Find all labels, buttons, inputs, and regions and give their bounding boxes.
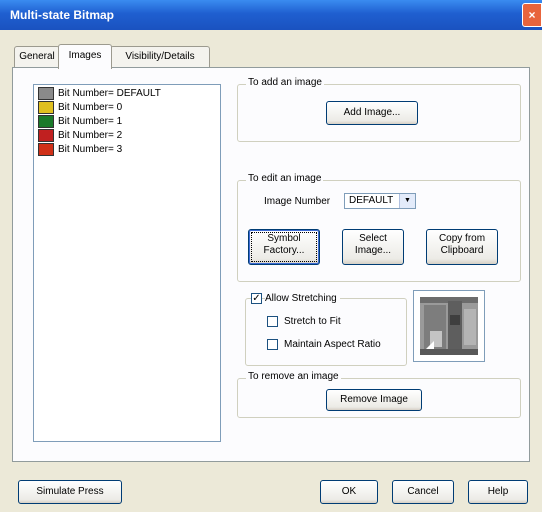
list-item-label: Bit Number= DEFAULT <box>58 88 161 99</box>
copy-from-clipboard-button[interactable]: Copy from Clipboard <box>426 229 498 265</box>
list-item[interactable]: Bit Number= 3 <box>38 143 122 157</box>
image-number-label: Image Number <box>264 196 331 207</box>
add-image-group: To add an image Add Image... <box>237 77 521 142</box>
add-image-group-label: To add an image <box>246 77 324 88</box>
copy-clipboard-line2: Clipboard <box>440 245 484 256</box>
symbol-factory-line1: Symbol <box>267 233 301 244</box>
copy-clipboard-line1: Copy from <box>438 233 486 244</box>
help-button[interactable]: Help <box>468 480 528 504</box>
add-image-button[interactable]: Add Image... <box>326 101 418 125</box>
edit-image-group: To edit an image Image Number DEFAULT ▼ … <box>237 173 521 282</box>
image-number-value: DEFAULT <box>349 195 394 206</box>
list-item-label: Bit Number= 0 <box>58 102 123 113</box>
list-item[interactable]: Bit Number= 1 <box>38 115 122 129</box>
select-image-button[interactable]: Select Image... <box>342 229 404 265</box>
stretching-group <box>245 298 407 366</box>
image-preview <box>413 290 485 362</box>
bitmap-1-icon <box>38 115 54 128</box>
bitmap-default-icon <box>38 87 54 100</box>
tab-general[interactable]: General <box>14 46 60 67</box>
close-button[interactable]: × <box>522 3 542 27</box>
bitmap-0-icon <box>38 101 54 114</box>
cancel-button[interactable]: Cancel <box>392 480 454 504</box>
remove-image-group-label: To remove an image <box>246 371 341 382</box>
bitmap-2-icon <box>38 129 54 142</box>
list-item[interactable]: Bit Number= DEFAULT <box>38 87 161 101</box>
window-title: Multi-state Bitmap <box>10 8 115 22</box>
remove-image-button[interactable]: Remove Image <box>326 389 422 411</box>
stretch-to-fit-checkbox[interactable] <box>267 316 278 327</box>
select-image-line1: Select <box>359 233 387 244</box>
title-bar: Multi-state Bitmap × <box>0 0 542 30</box>
bitmap-preview-image <box>414 291 484 361</box>
list-item[interactable]: Bit Number= 0 <box>38 101 122 115</box>
image-number-select[interactable]: DEFAULT ▼ <box>344 193 416 209</box>
tab-panel-images: Bit Number= DEFAULT Bit Number= 0 Bit Nu… <box>12 67 530 462</box>
list-item[interactable]: Bit Number= 2 <box>38 129 122 143</box>
ok-button[interactable]: OK <box>320 480 378 504</box>
simulate-press-button[interactable]: Simulate Press <box>18 480 122 504</box>
allow-stretching-label: Allow Stretching <box>265 293 340 304</box>
tab-visibility-details[interactable]: Visibility/Details <box>110 46 210 67</box>
chevron-down-icon[interactable]: ▼ <box>399 194 415 208</box>
remove-image-group: To remove an image Remove Image <box>237 371 521 418</box>
allow-stretching-checkbox[interactable]: ✓ <box>251 293 262 304</box>
tab-images[interactable]: Images <box>58 44 112 69</box>
image-list[interactable]: Bit Number= DEFAULT Bit Number= 0 Bit Nu… <box>33 84 221 442</box>
list-item-label: Bit Number= 1 <box>58 116 123 127</box>
select-image-line2: Image... <box>354 245 392 256</box>
stretch-to-fit-label: Stretch to Fit <box>284 316 341 327</box>
symbol-factory-button[interactable]: Symbol Factory... <box>248 229 320 265</box>
symbol-factory-line2: Factory... <box>263 245 305 256</box>
list-item-label: Bit Number= 2 <box>58 130 123 141</box>
maintain-aspect-ratio-label: Maintain Aspect Ratio <box>284 339 381 350</box>
edit-image-group-label: To edit an image <box>246 173 324 184</box>
bitmap-3-icon <box>38 143 54 156</box>
list-item-label: Bit Number= 3 <box>58 144 123 155</box>
maintain-aspect-ratio-checkbox[interactable] <box>267 339 278 350</box>
